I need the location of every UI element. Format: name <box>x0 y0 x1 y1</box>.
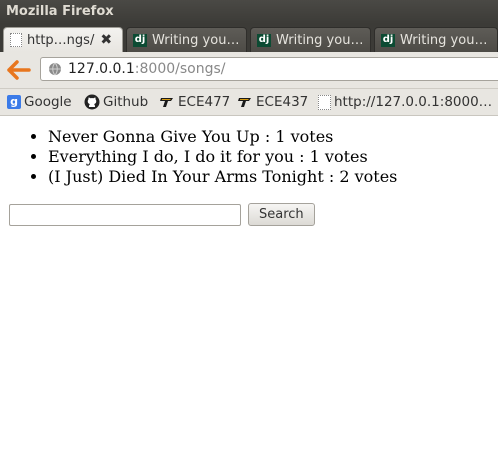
google-icon: g <box>7 95 21 109</box>
url-bar[interactable]: 127.0.0.1:8000/songs/ <box>40 57 498 81</box>
browser-window: Mozilla Firefox http…ngs/ ✖ dj Writing y… <box>0 0 498 451</box>
window-title: Mozilla Firefox <box>6 4 114 19</box>
tab-songs[interactable]: http…ngs/ ✖ <box>3 27 123 52</box>
github-icon <box>84 94 100 110</box>
bookmark-label: Github <box>103 94 149 110</box>
back-arrow-icon[interactable] <box>6 59 32 81</box>
bookmark-label: ECE437 <box>256 94 309 110</box>
song-list: Never Gonna Give You Up : 1 votes Everyt… <box>0 127 498 187</box>
song-list-item: Everything I do, I do it for you : 1 vot… <box>48 147 498 167</box>
bookmark-icon <box>238 98 251 107</box>
bookmark-ece437[interactable]: ECE437 <box>237 89 308 115</box>
django-icon: dj <box>257 33 271 47</box>
close-tab-icon[interactable]: ✖ <box>100 29 112 52</box>
bookmark-google[interactable]: g Google <box>7 89 72 115</box>
url-path: :8000/songs/ <box>134 61 226 77</box>
page-content: Never Gonna Give You Up : 1 votes Everyt… <box>0 121 498 451</box>
navigation-toolbar: 127.0.0.1:8000/songs/ <box>0 52 498 89</box>
bookmark-icon <box>160 98 173 107</box>
bookmark-localhost[interactable]: http://127.0.0.1:8000… <box>318 89 492 115</box>
tab-writing-3[interactable]: dj Writing you… <box>374 27 498 52</box>
url-host: 127.0.0.1 <box>68 61 135 77</box>
bookmark-ece477[interactable]: ECE477 <box>159 89 230 115</box>
song-list-item: Never Gonna Give You Up : 1 votes <box>48 127 498 147</box>
search-button[interactable]: Search <box>248 203 315 226</box>
bookmarks-toolbar: g Google Github ECE477 ECE437 http://127… <box>0 89 498 116</box>
tab-label: Writing you… <box>400 32 488 48</box>
bookmark-github[interactable]: Github <box>84 89 148 115</box>
blank-page-icon <box>10 33 22 47</box>
bookmark-label: http://127.0.0.1:8000… <box>334 94 493 110</box>
tab-writing-2[interactable]: dj Writing you… <box>250 27 371 52</box>
song-list-item: (I Just) Died In Your Arms Tonight : 2 v… <box>48 167 498 187</box>
tab-writing-1[interactable]: dj Writing you… <box>126 27 247 52</box>
blank-page-icon <box>318 94 331 110</box>
search-form: Search <box>9 203 315 226</box>
window-titlebar: Mozilla Firefox <box>0 0 498 24</box>
search-input[interactable] <box>9 203 241 226</box>
bookmark-label: ECE477 <box>178 94 231 110</box>
globe-icon <box>49 62 61 76</box>
bookmark-label: Google <box>24 94 72 110</box>
django-icon: dj <box>381 33 395 47</box>
django-icon: dj <box>133 33 147 47</box>
tab-label: http…ngs/ <box>27 32 95 48</box>
tab-strip: http…ngs/ ✖ dj Writing you… dj Writing y… <box>0 24 498 52</box>
tab-label: Writing you… <box>276 32 364 48</box>
tab-label: Writing you… <box>152 32 240 48</box>
